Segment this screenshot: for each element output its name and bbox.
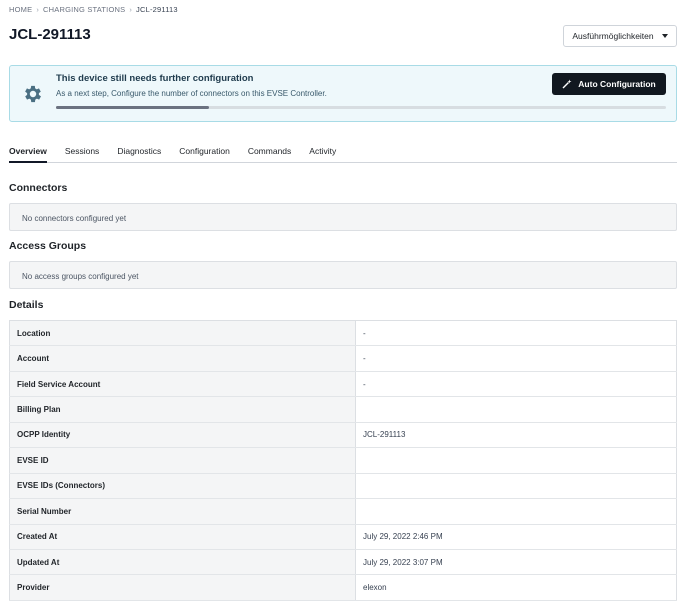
- details-value: [355, 396, 677, 423]
- caret-down-icon: [661, 34, 668, 38]
- details-table: Location - Account - Field Service Account - B…: [9, 320, 677, 601]
- details-label: Provider: [9, 574, 356, 601]
- tab-overview[interactable]: Overview: [9, 140, 47, 163]
- details-row: Updated At July 29, 2022 3:07 PM: [9, 549, 677, 576]
- details-value: JCL-291113: [355, 422, 677, 449]
- gear-icon: [25, 85, 41, 103]
- details-value: [355, 473, 677, 500]
- actions-dropdown-button[interactable]: Ausführmöglichkeiten: [563, 25, 677, 47]
- details-value: [355, 498, 677, 525]
- details-label: Billing Plan: [9, 396, 356, 423]
- actions-dropdown-label: Ausführmöglichkeiten: [572, 31, 654, 41]
- access-groups-empty-state: No access groups configured yet: [9, 261, 677, 289]
- banner-subtitle: As a next step, Configure the number of …: [56, 89, 327, 98]
- auto-configuration-label: Auto Configuration: [578, 79, 656, 89]
- breadcrumb-home[interactable]: HOME: [9, 5, 32, 14]
- connectors-title: Connectors: [9, 182, 68, 194]
- details-label: Updated At: [9, 549, 356, 576]
- banner-title: This device still needs further configur…: [56, 73, 254, 84]
- breadcrumb: HOME › CHARGING STATIONS › JCL-291113: [9, 5, 178, 14]
- details-value: -: [355, 320, 677, 347]
- details-row: Account -: [9, 345, 677, 372]
- details-value: -: [355, 345, 677, 372]
- tab-configuration[interactable]: Configuration: [179, 140, 230, 163]
- configuration-progress-bar: [56, 106, 666, 109]
- breadcrumb-separator: ›: [36, 5, 40, 14]
- configuration-progress-fill: [56, 106, 209, 109]
- details-label: EVSE IDs (Connectors): [9, 473, 356, 500]
- configuration-banner: This device still needs further configur…: [9, 65, 677, 122]
- magic-wand-icon: [562, 79, 572, 89]
- details-label: Serial Number: [9, 498, 356, 525]
- tab-sessions[interactable]: Sessions: [65, 140, 100, 163]
- connectors-empty-state: No connectors configured yet: [9, 203, 677, 231]
- details-value: July 29, 2022 3:07 PM: [355, 549, 677, 576]
- page-title: JCL-291113: [9, 26, 91, 43]
- details-label: OCPP Identity: [9, 422, 356, 449]
- breadcrumb-separator: ›: [129, 5, 133, 14]
- tab-diagnostics[interactable]: Diagnostics: [117, 140, 161, 163]
- details-row: Created At July 29, 2022 2:46 PM: [9, 524, 677, 550]
- access-groups-title: Access Groups: [9, 240, 87, 252]
- details-value: -: [355, 371, 677, 398]
- details-row: EVSE ID: [9, 447, 677, 474]
- details-label: Location: [9, 320, 356, 347]
- details-row: Location -: [9, 320, 677, 347]
- tab-commands[interactable]: Commands: [248, 140, 291, 163]
- details-value: July 29, 2022 2:46 PM: [355, 524, 677, 550]
- details-row: Provider elexon: [9, 574, 677, 601]
- tab-activity[interactable]: Activity: [309, 140, 336, 163]
- details-row: Serial Number: [9, 498, 677, 525]
- details-value: [355, 447, 677, 474]
- tab-bar: Overview Sessions Diagnostics Configuration…: [9, 140, 677, 163]
- auto-configuration-button[interactable]: Auto Configuration: [552, 73, 666, 95]
- details-row: Field Service Account -: [9, 371, 677, 398]
- breadcrumb-current: JCL-291113: [136, 5, 178, 14]
- details-title: Details: [9, 299, 44, 311]
- details-label: Account: [9, 345, 356, 372]
- details-value: elexon: [355, 574, 677, 601]
- details-label: EVSE ID: [9, 447, 356, 474]
- details-label: Field Service Account: [9, 371, 356, 398]
- breadcrumb-charging-stations[interactable]: CHARGING STATIONS: [43, 5, 125, 14]
- details-row: EVSE IDs (Connectors): [9, 473, 677, 500]
- details-row: OCPP Identity JCL-291113: [9, 422, 677, 449]
- details-row: Billing Plan: [9, 396, 677, 423]
- details-label: Created At: [9, 524, 356, 550]
